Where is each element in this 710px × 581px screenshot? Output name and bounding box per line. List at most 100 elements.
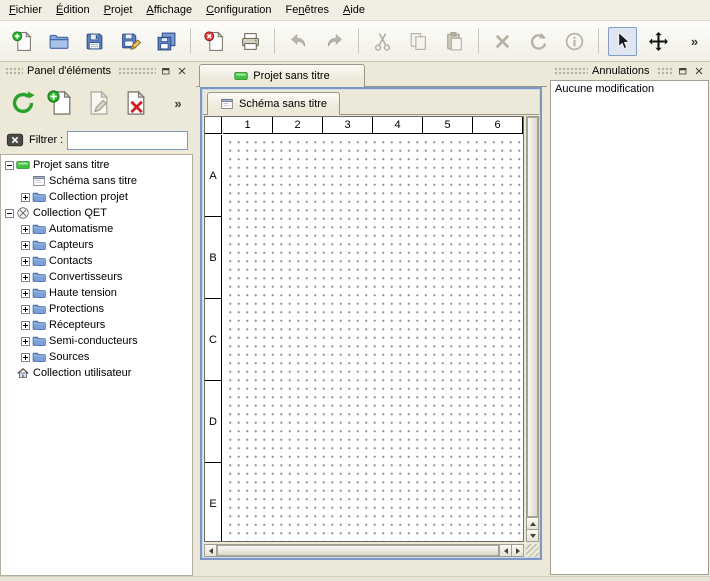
select-mode-button[interactable] [608,27,637,56]
vertical-scroll-thumb[interactable] [527,117,538,517]
undo-list[interactable]: Aucune modification [550,80,709,575]
open-folder-icon [48,31,69,52]
expand-icon[interactable] [21,337,30,346]
delete-element-button[interactable] [118,85,150,121]
undo-dock-titlebar[interactable]: Annulations [549,62,710,80]
tree-item-collection-qet[interactable]: Collection QET [1,205,192,221]
expand-icon[interactable] [21,289,30,298]
undo-button[interactable] [284,27,313,56]
elements-dock-close-button[interactable] [175,64,189,78]
resize-grip[interactable] [526,544,539,557]
tree-item-collection-projet[interactable]: Collection projet [1,189,192,205]
tree-item-convertisseurs[interactable]: Convertisseurs [1,269,192,285]
tree-item-haute-tension[interactable]: Haute tension [1,285,192,301]
tree-item-sources[interactable]: Sources [1,349,192,365]
tree-item-automatisme[interactable]: Automatisme [1,221,192,237]
scroll-up-button[interactable] [527,517,538,529]
new-file-icon [12,31,33,52]
cursor-icon [612,31,633,52]
edit-element-button[interactable] [81,85,113,121]
redo-button[interactable] [320,27,349,56]
clear-filter-button[interactable] [5,131,25,149]
toolbar-overflow-button[interactable]: » [680,27,709,56]
collapse-icon[interactable] [5,161,14,170]
diagram-tab[interactable]: Schéma sans titre [207,92,340,115]
dock-grip [5,67,23,76]
folder-icon [32,190,46,204]
new-element-button[interactable] [44,85,76,121]
window-edge [0,576,710,581]
redo-icon [324,31,345,52]
menu-edition[interactable]: Édition [49,0,97,20]
toolbar-separator [478,28,479,54]
header-corner [205,117,222,134]
tree-item-semi-conducteurs[interactable]: Semi-conducteurs [1,333,192,349]
scroll-right-button[interactable] [511,545,523,556]
collapse-icon[interactable] [5,209,14,218]
scroll-down-button[interactable] [527,529,538,541]
project-tab[interactable]: Projet sans titre [199,64,365,87]
diagram-icon [220,97,234,111]
elements-dock-titlebar[interactable]: Panel d'éléments [0,62,193,80]
undo-dock-close-button[interactable] [692,64,706,78]
tree-item-projet-sans-titre[interactable]: Projet sans titre [1,157,192,173]
menu-aide[interactable]: Aide [336,0,372,20]
delete-selection-button[interactable] [488,27,517,56]
expand-icon[interactable] [21,321,30,330]
vertical-scrollbar[interactable] [526,116,539,542]
elements-dock-float-button[interactable] [159,64,173,78]
expand-icon[interactable] [21,353,30,362]
filter-input[interactable] [67,131,188,150]
collections-overflow-button[interactable]: » [170,85,186,121]
menu-configuration[interactable]: Configuration [199,0,278,20]
save-file-as-button[interactable] [116,27,145,56]
tree-item-sch-ma-sans-titre[interactable]: Schéma sans titre [1,173,192,189]
paste-button[interactable] [440,27,469,56]
undo-dock-float-button[interactable] [676,64,690,78]
menu-fichier[interactable]: Fichier [2,0,49,20]
open-file-button[interactable] [44,27,73,56]
tree-item-capteurs[interactable]: Capteurs [1,237,192,253]
save-all-button[interactable] [152,27,181,56]
selection-info-button[interactable] [560,27,589,56]
new-file-button[interactable] [8,27,37,56]
menu-affichage[interactable]: Affichage [139,0,199,20]
tree-item-contacts[interactable]: Contacts [1,253,192,269]
folder-icon [32,286,46,300]
copy-button[interactable] [404,27,433,56]
diagram-view[interactable]: 123456 ABCDE [204,116,524,542]
cut-button[interactable] [368,27,397,56]
save-file-button[interactable] [80,27,109,56]
expand-icon[interactable] [21,193,30,202]
expand-icon[interactable] [21,273,30,282]
elements-dock-title: Panel d'éléments [23,65,115,77]
expand-icon[interactable] [21,305,30,314]
print-button[interactable] [236,27,265,56]
move-icon [648,31,669,52]
reload-collections-button[interactable] [7,85,39,121]
clear-filter-icon [6,131,24,149]
column-header-4: 4 [373,117,423,134]
tree-item-label: Haute tension [46,287,117,299]
expand-icon[interactable] [21,257,30,266]
undo-icon [288,31,309,52]
scroll-left-button[interactable] [205,545,217,556]
horizontal-scroll-thumb[interactable] [217,545,499,556]
expand-icon[interactable] [21,225,30,234]
horizontal-scrollbar[interactable] [204,544,524,557]
pan-mode-button[interactable] [644,27,673,56]
scroll-left-button-secondary[interactable] [499,545,511,556]
menu-projet[interactable]: Projet [97,0,140,20]
elements-toolbar: » [0,80,193,126]
folder-icon [32,270,46,284]
undo-dock-title: Annulations [588,65,654,77]
tree-item-protections[interactable]: Protections [1,301,192,317]
diagram-grid[interactable] [223,135,523,541]
rotate-selection-button[interactable] [524,27,553,56]
expand-icon[interactable] [21,241,30,250]
tree-item-collection-utilisateur[interactable]: Collection utilisateur [1,365,192,381]
cut-icon [372,31,393,52]
tree-item-r-cepteurs[interactable]: Récepteurs [1,317,192,333]
close-file-button[interactable] [200,27,229,56]
menu-fenetres[interactable]: Fenêtres [279,0,336,20]
